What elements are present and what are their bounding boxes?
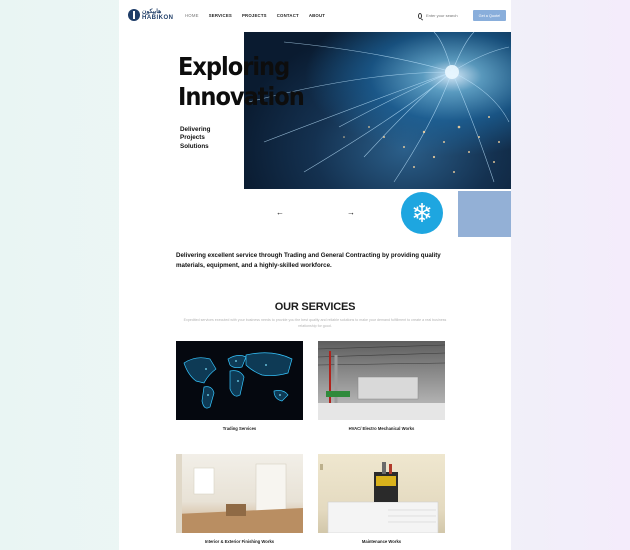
page: هابيكون HABIKON HOME SERVICES PROJECTS C…: [119, 0, 511, 550]
service-card-trading[interactable]: Trading Services: [176, 341, 303, 431]
service-label: Trading Services: [222, 426, 257, 431]
service-label: Interior & Exterior Finishing Works: [204, 539, 275, 544]
hero-title-line1: Exploring: [178, 52, 290, 81]
world-map-image: [176, 341, 303, 420]
slider-prev-arrow[interactable]: ←: [276, 208, 284, 217]
hero-sub-line2: Projects: [180, 134, 205, 142]
service-card-hvac[interactable]: HVAC/ Electro Mechanical Works: [318, 341, 445, 431]
nav-services[interactable]: SERVICES: [209, 13, 232, 18]
interior-image: [176, 454, 303, 533]
snowflake-icon: ❄: [401, 192, 443, 234]
nav-contact[interactable]: CONTACT: [277, 13, 299, 18]
hero-sub-line3: Solutions: [180, 142, 209, 150]
hero-subtitle: Delivering Projects Solutions: [180, 126, 210, 151]
search-box: [418, 11, 466, 20]
logo[interactable]: هابيكون HABIKON: [128, 9, 174, 21]
hvac-image: [318, 341, 445, 420]
service-label: HVAC/ Electro Mechanical Works: [348, 426, 415, 431]
nav-about[interactable]: ABOUT: [309, 13, 325, 18]
service-card-finishing[interactable]: Interior & Exterior Finishing Works: [176, 454, 303, 544]
search-input[interactable]: [426, 13, 466, 18]
nav-projects[interactable]: PROJECTS: [242, 13, 267, 18]
hero-sub-line1: Delivering: [180, 126, 211, 133]
services-title: OUR SERVICES: [274, 301, 356, 313]
nav-home[interactable]: HOME: [185, 13, 199, 18]
slider-next-arrow[interactable]: →: [347, 208, 355, 217]
hero-title: Exploring Innovation: [178, 52, 305, 112]
intro-text: Delivering excellent service through Tra…: [176, 252, 441, 269]
logo-icon: [128, 9, 140, 21]
hero-title-line2: Innovation: [178, 82, 305, 111]
main-nav: HOME SERVICES PROJECTS CONTACT ABOUT: [185, 13, 335, 18]
service-card-maintenance[interactable]: Maintenance Works: [318, 454, 445, 544]
search-icon[interactable]: [418, 12, 422, 19]
get-quote-button[interactable]: Get a Quote!: [473, 10, 506, 21]
service-label: Maintenance Works: [361, 539, 402, 544]
services-subtitle: Expedited services executed with your bu…: [183, 318, 447, 328]
logo-text: HABIKON: [142, 15, 174, 21]
maintenance-image: [318, 454, 445, 533]
decorative-block: [458, 191, 511, 237]
